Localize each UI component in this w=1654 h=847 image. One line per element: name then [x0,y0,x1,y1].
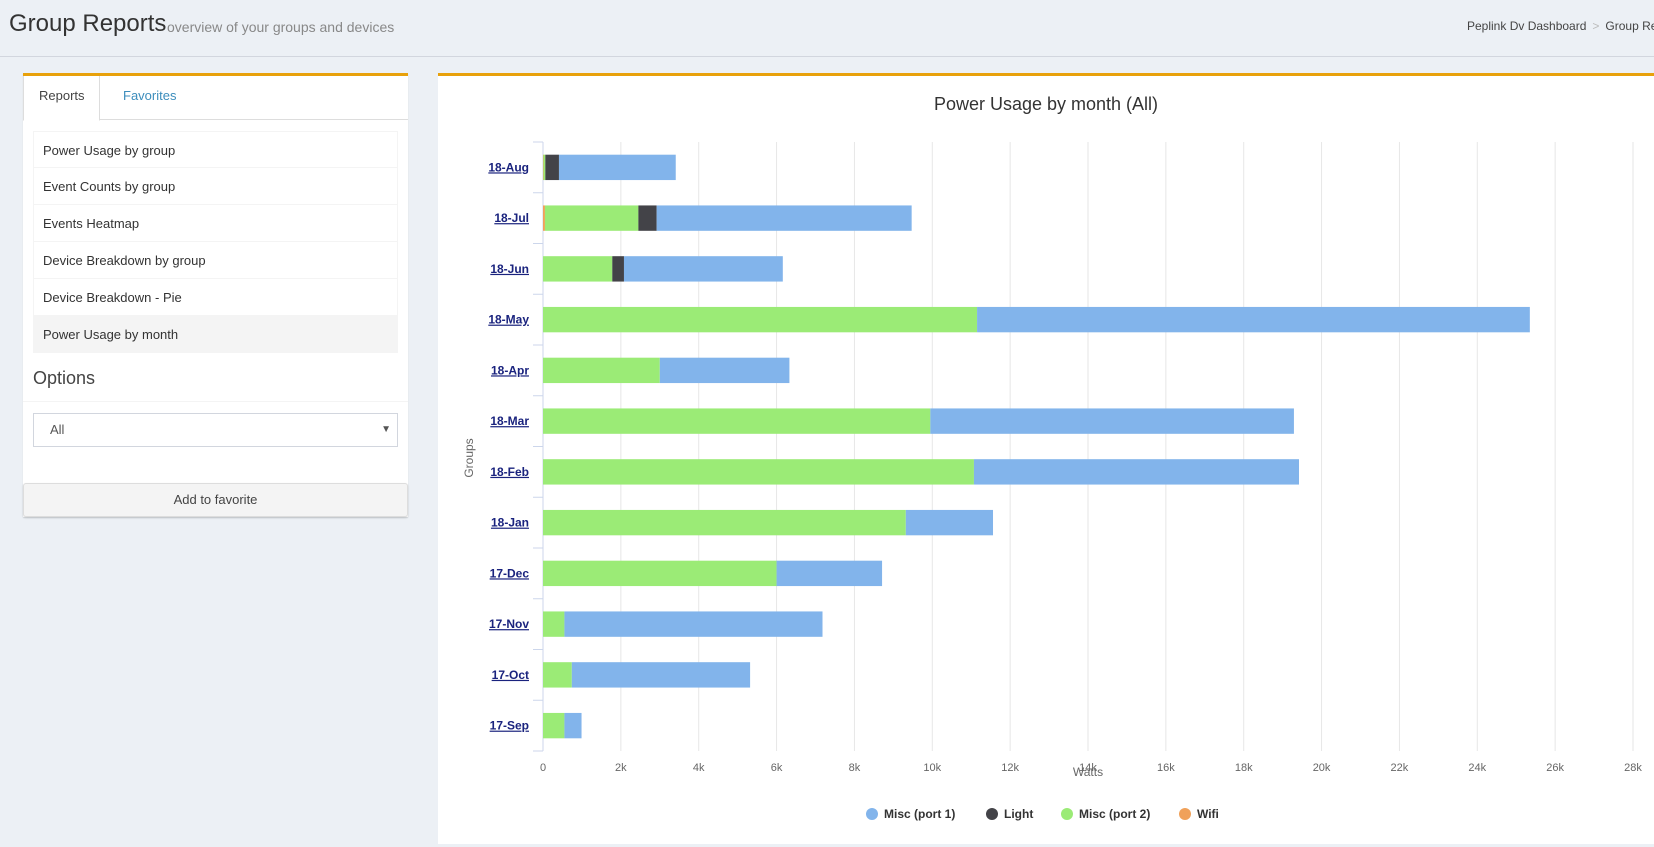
bar-segment[interactable] [543,256,613,282]
bar-segment[interactable] [543,662,572,688]
group-select[interactable]: All ▼ [33,413,398,447]
add-to-favorite-button[interactable]: Add to favorite [23,483,408,517]
category-label[interactable]: 17-Nov [489,617,529,631]
x-tick-label: 4k [693,762,705,774]
breadcrumb: Peplink Dv Dashboard > Group Reports [1467,19,1654,33]
report-item-device-breakdown-by-group[interactable]: Device Breakdown by group [33,242,398,279]
x-axis-title: Watts [1073,765,1103,779]
bar-segment[interactable] [612,256,624,282]
legend-marker [1179,808,1191,820]
bar-segment[interactable] [543,560,777,587]
chart-gridlines [533,141,1634,752]
legend-item[interactable]: Wifi [1179,807,1219,821]
bar-segment[interactable] [543,712,565,739]
bar-segment[interactable] [659,357,790,384]
x-tick-label: 0 [540,762,546,774]
x-tick-label: 26k [1546,762,1564,774]
bar-segment[interactable] [543,611,565,637]
breadcrumb-dashboard-link[interactable]: Peplink Dv Dashboard [1467,19,1586,33]
chart-legend: Misc (port 1) Light Misc (port 2) Wifi [866,807,1219,821]
page-header: Group Reports overview of your groups an… [0,0,1654,57]
x-tick-label: 8k [849,762,861,774]
bar-segment[interactable] [564,611,823,637]
x-tick-label: 20k [1313,762,1331,774]
breadcrumb-separator: > [1592,19,1600,33]
options-title: Options [33,368,96,388]
x-tick-label: 16k [1157,762,1175,774]
bar-segment[interactable] [930,408,1294,434]
bar-segment[interactable] [543,205,545,231]
report-item-events-heatmap[interactable]: Events Heatmap [33,205,398,242]
page-title: Group Reports [9,10,167,37]
chart-category-labels: 18-Aug 18-Jul 18-Jun 18-May 18-Apr 18-Mar 18-F… [488,160,529,732]
category-label[interactable]: 17-Dec [490,566,530,580]
legend-item[interactable]: Misc (port 1) [866,807,955,821]
legend-marker [986,808,998,820]
tab-favorites[interactable]: Favorites [108,76,191,121]
category-label[interactable]: 17-Oct [492,668,529,682]
page-subtitle: overview of your groups and devices [167,19,395,35]
y-axis-title: Groups [462,438,476,477]
category-label[interactable]: 18-Mar [490,414,529,428]
chart-title: Power Usage by month (All) [934,94,1158,114]
category-label[interactable]: 18-Jan [491,516,529,530]
x-tick-label: 2k [615,762,627,774]
bar-segment[interactable] [543,306,978,333]
category-label[interactable]: 18-Jun [490,262,529,276]
bar-segment[interactable] [656,205,912,231]
bar-segment[interactable] [905,509,994,536]
chart-panel: Power Usage by month (All) 18-Aug 18-Jul 1… [438,73,1654,844]
bar-segment[interactable] [543,154,546,181]
category-label[interactable]: 18-Feb [490,465,529,479]
bar-segment[interactable] [543,408,931,434]
bar-segment[interactable] [776,560,883,587]
x-tick-label: 22k [1391,762,1409,774]
legend-marker [1061,808,1073,820]
category-label[interactable]: 17-Sep [490,719,529,733]
bar-segment[interactable] [543,459,974,485]
report-list: Power Usage by group Event Counts by gro… [33,131,398,353]
bar-segment[interactable] [977,306,1530,333]
legend-item[interactable]: Misc (port 2) [1061,807,1150,821]
bar-segment[interactable] [543,357,660,384]
x-tick-label: 12k [1001,762,1019,774]
bar-segment[interactable] [544,205,639,231]
legend-label: Misc (port 1) [884,807,955,821]
reports-panel: Reports Favorites Power Usage by group E… [23,73,408,517]
bar-segment[interactable] [564,712,582,739]
report-item-device-breakdown-pie[interactable]: Device Breakdown - Pie [33,279,398,316]
legend-label: Wifi [1197,807,1219,821]
x-tick-label: 24k [1468,762,1486,774]
category-label[interactable]: 18-Jul [494,211,529,225]
category-label[interactable]: 18-Apr [491,363,529,377]
legend-marker [866,808,878,820]
power-usage-chart: Power Usage by month (All) 18-Aug18-Jul1… [462,94,1642,821]
breadcrumb-current: Group Reports [1605,19,1654,33]
report-tabs: Reports Favorites [23,76,408,121]
options-divider [23,401,408,402]
x-tick-label: 28k [1624,762,1642,774]
bar-segment[interactable] [973,459,1299,485]
chart-bars [543,154,1530,739]
x-tick-label: 6k [771,762,783,774]
report-item-power-usage-by-group[interactable]: Power Usage by group [33,131,398,168]
bar-segment[interactable] [571,662,751,688]
chevron-down-icon: ▼ [381,424,391,435]
bar-segment[interactable] [638,205,657,231]
x-tick-label: 10k [923,762,941,774]
x-tick-label: 18k [1235,762,1253,774]
report-item-event-counts-by-group[interactable]: Event Counts by group [33,168,398,205]
tab-reports[interactable]: Reports [23,76,100,121]
legend-label: Misc (port 2) [1079,807,1150,821]
bar-segment[interactable] [558,154,676,181]
bar-segment[interactable] [545,154,559,181]
group-select-value: All [50,422,65,437]
bar-segment[interactable] [543,509,906,536]
category-label[interactable]: 18-May [488,313,529,327]
legend-label: Light [1004,807,1033,821]
category-label[interactable]: 18-Aug [488,160,529,174]
legend-item[interactable]: Light [986,807,1033,821]
report-item-power-usage-by-month[interactable]: Power Usage by month [33,316,398,353]
bar-segment[interactable] [623,256,783,282]
